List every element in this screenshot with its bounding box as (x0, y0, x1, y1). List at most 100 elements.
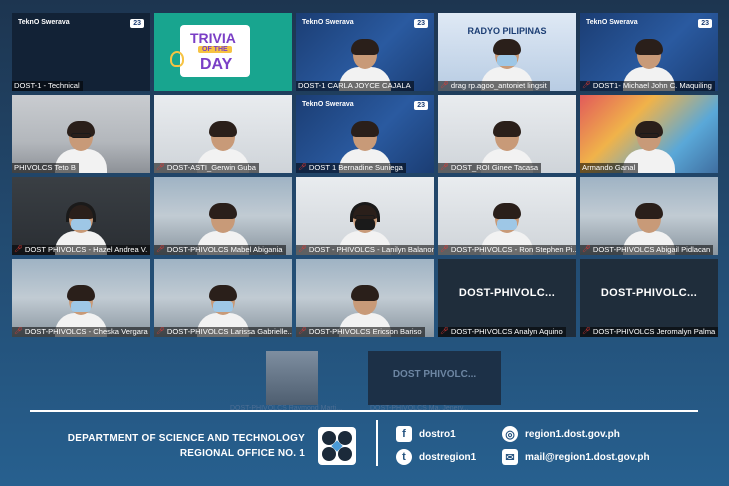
event-badge: 23 (414, 19, 428, 28)
participant-tile-strip-1[interactable] (266, 351, 318, 405)
department-name: DEPARTMENT OF SCIENCE AND TECHNOLOGY (67, 433, 305, 444)
tekno-logo-icon: TeknO Swerava (18, 19, 70, 26)
participant-tile[interactable]: 🎤︎ DOST PHIVOLCS - Hazel Andrea V. (12, 177, 150, 255)
website-url: region1.dost.gov.ph (525, 428, 620, 440)
participant-name-label: 🎤︎ DOST-PHIVOLCS Mabel Abigania (154, 245, 286, 255)
participant-tile[interactable]: PHIVOLCS Teto B (12, 95, 150, 173)
participant-name: DOST-PHIVOLCS - Cheska Vergara (24, 327, 148, 336)
participant-name: DOST PHIVOLCS - Hazel Andrea V. (24, 245, 148, 254)
mic-muted-icon: 🎤︎ (582, 82, 591, 89)
participant-name: drag rp.agoo_antoniet lingsit (450, 81, 547, 90)
participant-name-label: 🎤︎ DOST-PHIVOLCS - Ron Stephen Pi... (438, 245, 576, 255)
participant-name: PHIVOLCS Teto B (14, 163, 76, 172)
radyo-pilipinas-banner: RADYO PILIPINAS (467, 26, 547, 36)
participant-name: DOST-PHIVOLCS Abigail Pidlacan (592, 245, 711, 254)
participant-name: Armando Ganal (582, 163, 636, 172)
event-badge: 23 (698, 19, 712, 28)
participant-name-label: 🎤︎ DOST-PHIVOLCS Abigail Pidlacan (580, 245, 714, 255)
participant-name: DOST-1 - Technical (14, 81, 80, 90)
mic-muted-icon: 🎤︎ (156, 246, 165, 253)
email-link[interactable]: ✉ mail@region1.dost.gov.ph (502, 449, 650, 465)
website-link[interactable]: ◎ region1.dost.gov.ph (502, 426, 620, 442)
participant-name: DOST-PHIVOLCS Larissa Gabrielle... (166, 327, 292, 336)
participant-name: DOST-1 CARLA JOYCE CAJALA (298, 81, 411, 90)
facebook-icon: f (396, 426, 412, 442)
trivia-subtitle: OF THE (198, 46, 232, 53)
mic-muted-icon: 🎤︎ (582, 246, 591, 253)
participant-tile[interactable]: Armando Ganal (580, 95, 718, 173)
regional-office-name: REGIONAL OFFICE NO. 1 (179, 448, 305, 459)
participant-tile[interactable]: 🎤︎ DOST-PHIVOLCS Ericson Bariso (296, 259, 434, 337)
participant-tile[interactable]: TeknO Swerava 23 DOST-1 CARLA JOYCE CAJA… (296, 13, 434, 91)
participant-name: DOST 1 Bernadine Suniega (308, 163, 403, 172)
event-badge: 23 (414, 101, 428, 110)
participant-tile[interactable]: 🎤︎ DOST-PHIVOLCS - Cheska Vergara (12, 259, 150, 337)
mic-muted-icon: 🎤︎ (582, 328, 591, 335)
dost-logo-icon (318, 427, 356, 465)
participant-tile[interactable]: RADYO PILIPINAS 🎤︎ drag rp.agoo_antoniet … (438, 13, 576, 91)
participant-name: DOST1- Michael John C. Maquiling (592, 81, 712, 90)
participant-tile[interactable]: 🎤︎ DOST - PHIVOLCS - Lanilyn Balanon (296, 177, 434, 255)
participant-name: DOST-ASTI_Gerwin Guba (166, 163, 256, 172)
participant-name: DOST-PHIVOLCS Analyn Aquino (450, 327, 563, 336)
participant-name-label: 🎤︎ DOST-PHIVOLCS Analyn Aquino (438, 327, 566, 337)
mic-muted-icon: 🎤︎ (156, 164, 165, 171)
participant-placeholder-name: DOST-PHIVOLC... (458, 287, 556, 299)
participant-name-label: 🎤︎ DOST1- Michael John C. Maquiling (580, 81, 715, 91)
participant-name-label: DOST-1 CARLA JOYCE CAJALA (296, 81, 414, 91)
video-grid: TeknO Swerava 23 DOST-1 - Technical TRIVI… (12, 13, 718, 337)
participant-name-label: 🎤︎ DOST-ASTI_Gerwin Guba (154, 163, 259, 173)
twitter-icon: t (396, 449, 412, 465)
participant-tile-strip-2[interactable]: DOST PHIVOLC... (368, 351, 501, 405)
participant-name-label: 🎤︎ drag rp.agoo_antoniet lingsit (438, 81, 550, 91)
trivia-day: DAY (200, 56, 233, 73)
participant-tile[interactable]: TRIVIA OF THE DAY (154, 13, 292, 91)
trivia-title: TRIVIA (190, 30, 236, 46)
mail-icon: ✉ (502, 449, 518, 465)
participant-name-label: 🎤︎ DOST-PHIVOLCS Jeromalyn Palma (580, 327, 718, 337)
participant-name-label: 🎤︎ DOST_ROI Ginee Tacasa (438, 163, 542, 173)
participant-placeholder-name: DOST PHIVOLC... (392, 369, 477, 380)
tekno-logo-icon: TeknO Swerava (302, 19, 354, 26)
mic-muted-icon: 🎤︎ (440, 328, 449, 335)
event-badge: 23 (130, 19, 144, 28)
mic-muted-icon: 🎤︎ (14, 246, 23, 253)
mic-muted-icon: 🎤︎ (298, 328, 307, 335)
participant-placeholder-name: DOST-PHIVOLC... (600, 287, 698, 299)
tekno-logo-icon: TeknO Swerava (302, 101, 354, 108)
participant-tile[interactable]: 🎤︎ DOST-PHIVOLCS Mabel Abigania (154, 177, 292, 255)
participant-name: DOST - PHIVOLCS - Lanilyn Balanon (308, 245, 434, 254)
mic-muted-icon: 🎤︎ (440, 164, 449, 171)
facebook-link[interactable]: f dostro1 (396, 426, 456, 442)
email-address: mail@region1.dost.gov.ph (525, 451, 650, 463)
participant-name-label: 🎤︎ DOST-PHIVOLCS Larissa Gabrielle... (154, 327, 292, 337)
participant-tile[interactable]: 🎤︎ DOST-PHIVOLCS Abigail Pidlacan (580, 177, 718, 255)
participant-name-label: 🎤︎ DOST-PHIVOLCS Ericson Bariso (296, 327, 425, 337)
participant-tile[interactable]: 🎤︎ DOST_ROI Ginee Tacasa (438, 95, 576, 173)
participant-name-label: 🎤︎ DOST - PHIVOLCS - Lanilyn Balanon (296, 245, 434, 255)
lightbulb-icon (170, 51, 184, 67)
participant-name: DOST-PHIVOLCS - Ron Stephen Pi... (450, 245, 576, 254)
participant-tile[interactable]: 🎤︎ DOST-PHIVOLCS - Ron Stephen Pi... (438, 177, 576, 255)
tekno-logo-icon: TeknO Swerava (586, 19, 638, 26)
footer-divider (30, 410, 698, 412)
twitter-link[interactable]: t dostregion1 (396, 449, 476, 465)
participant-tile[interactable]: 🎤︎ DOST-ASTI_Gerwin Guba (154, 95, 292, 173)
participant-tile[interactable]: DOST-PHIVOLC... 🎤︎ DOST-PHIVOLCS Jeromalyn… (580, 259, 718, 337)
mic-muted-icon: 🎤︎ (440, 246, 449, 253)
participant-tile[interactable]: DOST-PHIVOLC... 🎤︎ DOST-PHIVOLCS Analyn Aq… (438, 259, 576, 337)
participant-tile[interactable]: TeknO Swerava 23 🎤︎ DOST1- Michael John C… (580, 13, 718, 91)
participant-name-label: 🎤︎ DOST-PHIVOLCS - Cheska Vergara (12, 327, 150, 337)
mic-muted-icon: 🎤︎ (298, 246, 307, 253)
participant-tile[interactable]: TeknO Swerava 23 DOST-1 - Technical (12, 13, 150, 91)
participant-name-label: PHIVOLCS Teto B (12, 163, 79, 173)
participant-name-label: DOST-1 - Technical (12, 81, 83, 91)
participant-tile[interactable]: TeknO Swerava 23 🎤︎ DOST 1 Bernadine Suni… (296, 95, 434, 173)
mic-muted-icon: 🎤︎ (440, 82, 449, 89)
participant-name: DOST_ROI Ginee Tacasa (450, 163, 539, 172)
participant-name: DOST-PHIVOLCS Ericson Bariso (308, 327, 422, 336)
participant-tile[interactable]: 🎤︎ DOST-PHIVOLCS Larissa Gabrielle... (154, 259, 292, 337)
mic-muted-icon: 🎤︎ (156, 328, 165, 335)
footer-separator (376, 420, 378, 466)
footer-banner: DEPARTMENT OF SCIENCE AND TECHNOLOGY REG… (0, 414, 729, 486)
